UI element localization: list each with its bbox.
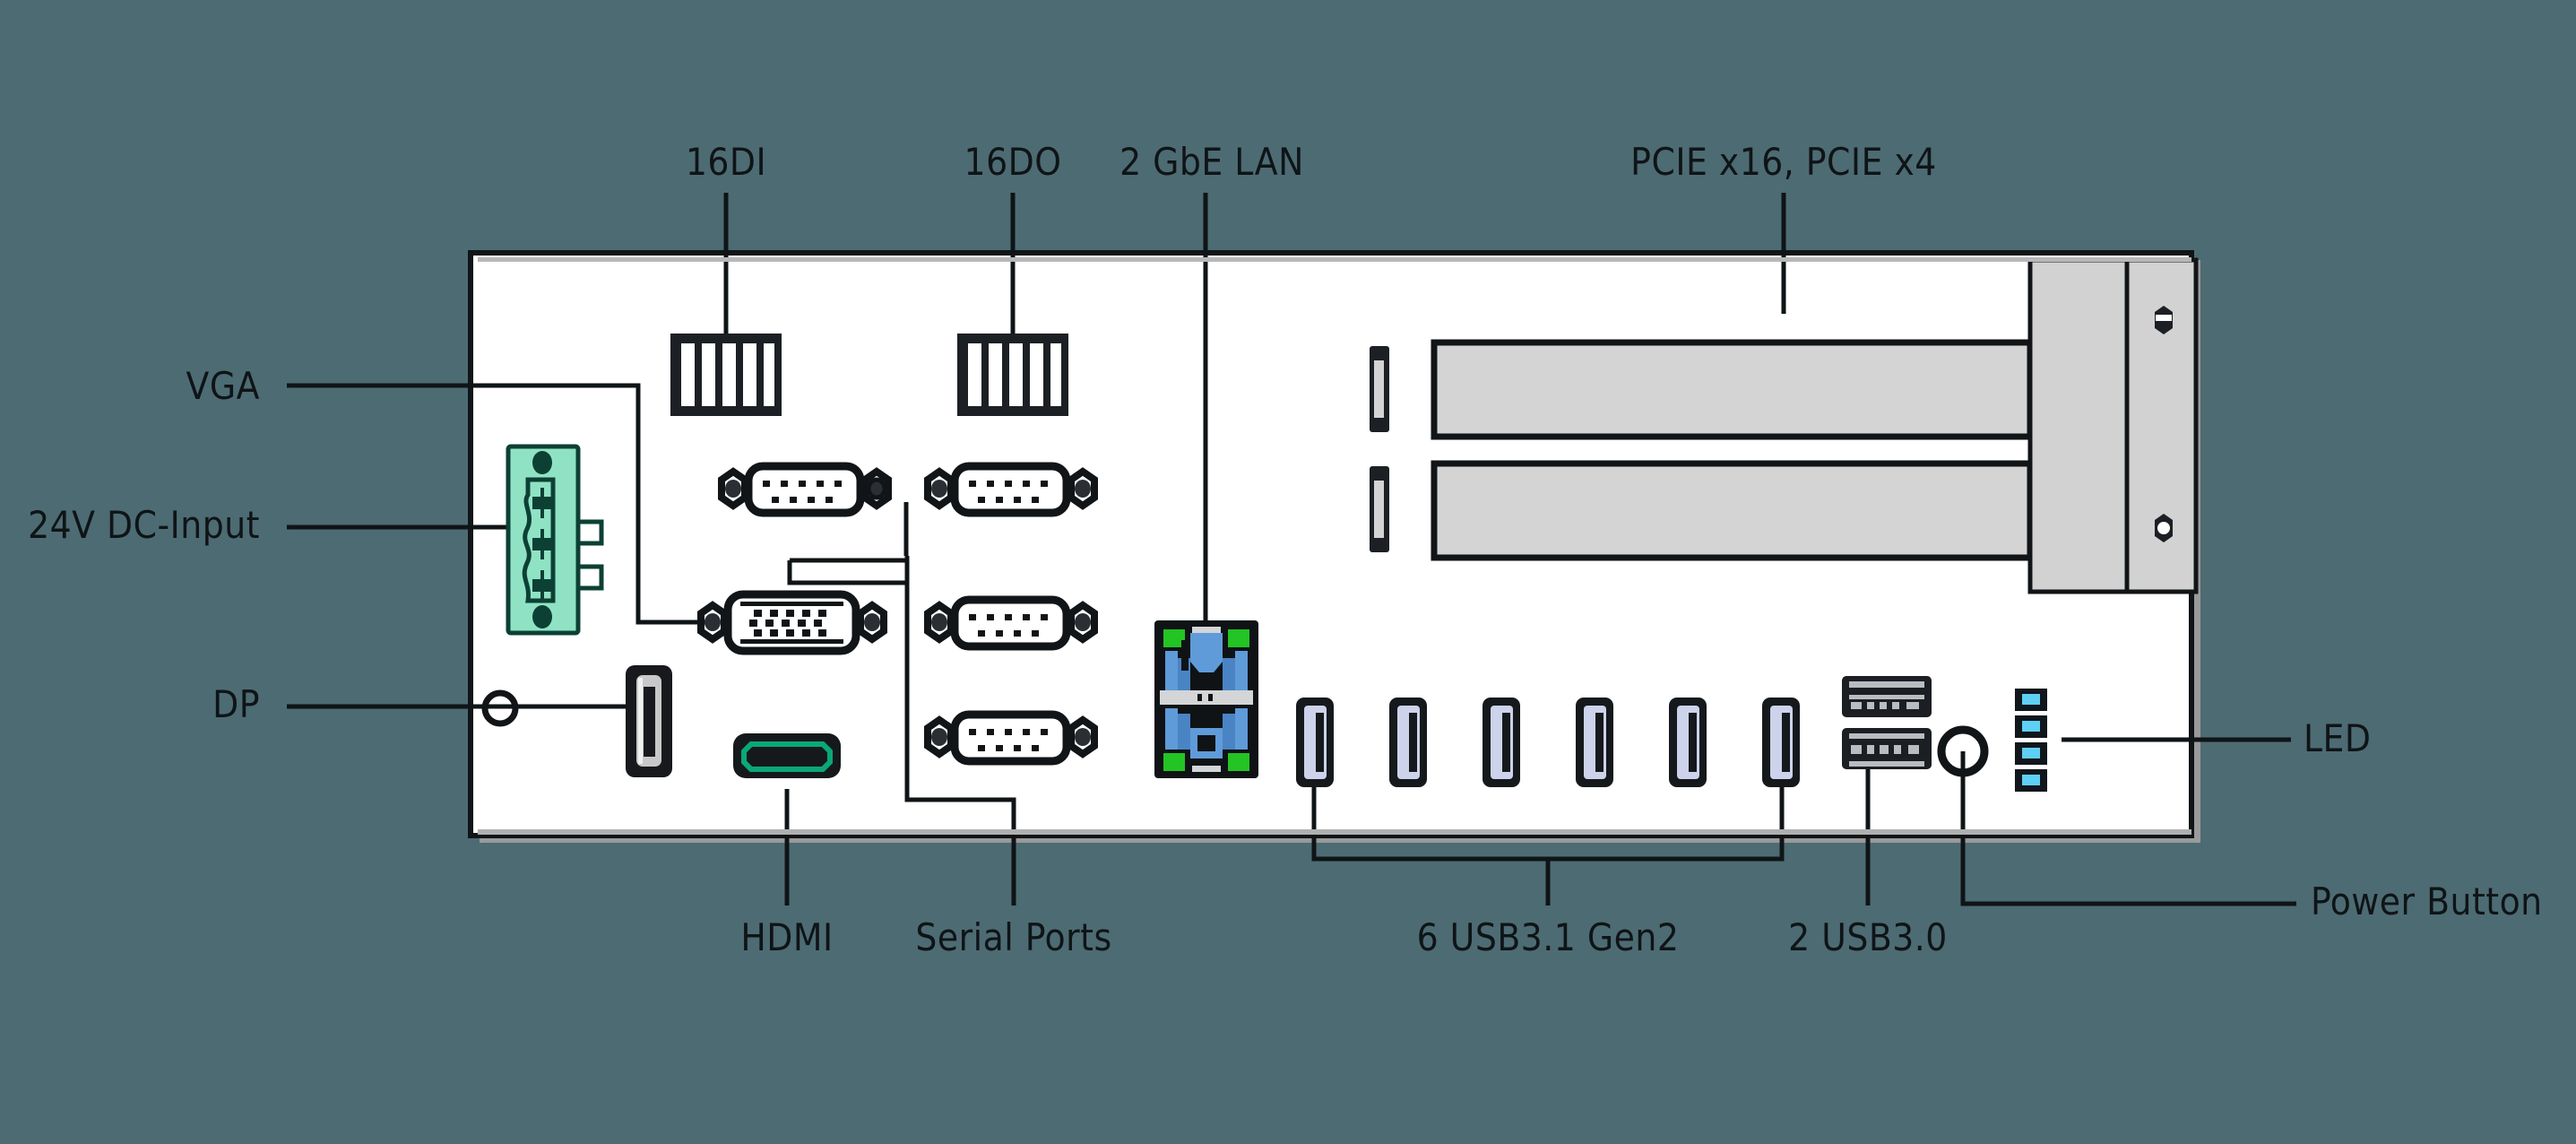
riser-bracket	[2027, 257, 2199, 594]
pcie-slot-x4[interactable]	[1431, 460, 2034, 561]
usb31-port-1[interactable]	[1296, 698, 1334, 787]
label-2gbe-lan: 2 GbE LAN	[1119, 140, 1304, 184]
usb31-port-6[interactable]	[1762, 698, 1800, 787]
usb30-port-upper[interactable]	[1842, 676, 1932, 717]
digital-output-terminal-block[interactable]	[957, 334, 1068, 416]
vga-port[interactable]	[697, 590, 887, 655]
usb31-port-2[interactable]	[1389, 698, 1427, 787]
usb31-port-4[interactable]	[1576, 698, 1613, 787]
label-24v-dc-input: 24V DC-Input	[28, 503, 260, 547]
pcie-slot-x16[interactable]	[1431, 339, 2034, 440]
usb31-port-5[interactable]	[1669, 698, 1707, 787]
label-2-usb30: 2 USB3.0	[1788, 915, 1948, 959]
lan-port-stack[interactable]	[1154, 620, 1258, 778]
io-panel-diagram: 16DI 16DO 2 GbE LAN PCIE x16, PCIE x4 VG…	[0, 0, 2576, 1144]
pcie-latch-lower[interactable]	[1370, 466, 1389, 552]
label-vga: VGA	[186, 364, 260, 408]
top-labels: 16DI 16DO 2 GbE LAN PCIE x16, PCIE x4	[686, 140, 1937, 184]
pcie-latch-upper[interactable]	[1370, 346, 1389, 432]
usb31-port-3[interactable]	[1482, 698, 1520, 787]
label-power-button: Power Button	[2311, 880, 2543, 923]
usb30-port-lower[interactable]	[1842, 728, 1932, 769]
label-serial-ports: Serial Ports	[915, 915, 1111, 959]
label-pcie: PCIE x16, PCIE x4	[1630, 140, 1937, 184]
hdmi-port[interactable]	[733, 733, 841, 778]
label-16di: 16DI	[686, 140, 766, 184]
label-led: LED	[2304, 716, 2372, 760]
label-dp: DP	[212, 682, 260, 726]
displayport-port[interactable]	[626, 665, 672, 777]
label-16do: 16DO	[964, 140, 1062, 184]
label-6-usb31-gen2: 6 USB3.1 Gen2	[1417, 915, 1680, 959]
digital-input-terminal-block[interactable]	[670, 334, 782, 416]
label-hdmi: HDMI	[740, 915, 833, 959]
